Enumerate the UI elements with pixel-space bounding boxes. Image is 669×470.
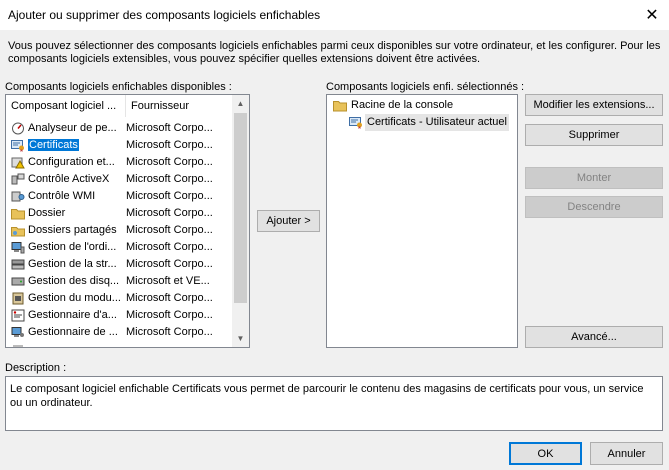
wmi-icon — [11, 190, 25, 203]
description-label: Description : — [5, 362, 67, 374]
snapin-vendor: Microsoft Corpo... — [126, 309, 213, 321]
snapin-row[interactable]: Analyseur de pe... Microsoft Corpo... — [6, 120, 231, 137]
certificates-icon — [11, 139, 25, 152]
advanced-button[interactable]: Avancé... — [525, 326, 663, 348]
remove-button[interactable]: Supprimer — [525, 124, 663, 146]
scroll-up-icon[interactable]: ▲ — [232, 95, 249, 112]
snapin-row[interactable]: Gestion de la str... Microsoft Corpo... — [6, 256, 231, 273]
snapin-name: Gestion du modu... — [28, 292, 121, 304]
snapin-name: Gestion de la str... — [28, 258, 117, 270]
snapin-row[interactable]: Configuration et... Microsoft Corpo... — [6, 154, 231, 171]
snapin-vendor: Microsoft Corpo... — [126, 139, 213, 151]
snapin-name: Gestionnaire d'a... — [28, 309, 117, 321]
snapin-vendor: Microsoft Corpo... — [126, 207, 213, 219]
performance-analyzer-icon — [11, 122, 25, 135]
snapin-vendor: Microsoft Corpo... — [126, 241, 213, 253]
device-manager-icon — [11, 326, 25, 339]
snapin-row[interactable]: Dossiers partagés Microsoft Corpo... — [6, 222, 231, 239]
snapin-name: Configuration et... — [28, 156, 115, 168]
snapin-row[interactable]: Gestion de l'ordi... Microsoft Corpo... — [6, 239, 231, 256]
scroll-down-icon[interactable]: ▼ — [232, 330, 249, 347]
security-config-icon — [11, 156, 25, 169]
move-up-button[interactable]: Monter — [525, 167, 663, 189]
column-header-name[interactable]: Composant logiciel ... — [6, 95, 126, 117]
snapin-vendor: Microsoft et VE... — [126, 275, 210, 287]
add-button[interactable]: Ajouter > — [257, 210, 320, 232]
activex-icon — [11, 173, 25, 186]
tree-node-label: Racine de la console — [351, 99, 454, 111]
snapin-row[interactable]: Gestionnaire de ... Microsoft Corpo... — [6, 324, 231, 341]
modify-extensions-button[interactable]: Modifier les extensions... — [525, 94, 663, 116]
snapin-vendor: Microsoft Corpo... — [126, 156, 213, 168]
folder-icon — [333, 99, 347, 112]
title-bar: Ajouter ou supprimer des composants logi… — [0, 0, 669, 30]
column-header-vendor[interactable]: Fournisseur — [126, 95, 233, 117]
snapin-row[interactable]: Gestion du modu... Microsoft Corpo... — [6, 290, 231, 307]
snapin-row[interactable]: Gestionnaire d'a... Microsoft Corpo... — [6, 307, 231, 324]
available-snapins-list[interactable]: Composant logiciel ... Fournisseur Analy… — [5, 94, 250, 348]
description-box: Le composant logiciel enfichable Certifi… — [5, 376, 663, 431]
selected-snapins-tree[interactable]: Racine de la console Certificats - Utilis… — [326, 94, 518, 348]
snapin-row[interactable]: Certificats Microsoft Corpo... — [6, 137, 231, 154]
snapin-name: Dossier — [28, 207, 66, 219]
storage-management-icon — [11, 258, 25, 271]
snapin-name: Gestion des disq... — [28, 275, 120, 287]
tpm-management-icon — [11, 292, 25, 305]
snapin-vendor: Microsoft Corpo... — [126, 190, 213, 202]
snapin-vendor: Microsoft Corpo... — [126, 292, 213, 304]
snapin-vendor: Microsoft Corpo... — [126, 326, 213, 338]
window-title: Ajouter ou supprimer des composants logi… — [8, 8, 321, 22]
snapin-vendor: Microsoft Corpo... — [126, 258, 213, 270]
snapin-row[interactable]: Gestion des disq... Microsoft et VE... — [6, 273, 231, 290]
move-down-button[interactable]: Descendre — [525, 196, 663, 218]
snapin-vendor: Microsoft Corpo... — [126, 173, 213, 185]
snapin-name: Certificats — [28, 139, 79, 151]
snapin-name: Analyseur de pe... — [28, 122, 117, 134]
ok-button[interactable]: OK — [509, 442, 582, 465]
snapin-name: Gestion de l'ordi... — [28, 241, 117, 253]
snapin-name: Gestionnaire de ... — [28, 326, 118, 338]
cancel-button[interactable]: Annuler — [590, 442, 663, 465]
available-list-scrollbar[interactable]: ▲ ▼ — [232, 95, 249, 347]
snapin-row[interactable]: Contrôle ActiveX Microsoft Corpo... — [6, 171, 231, 188]
disk-management-icon — [11, 275, 25, 288]
snapin-row[interactable]: Dossier Microsoft Corpo... — [6, 205, 231, 222]
authorization-manager-icon — [11, 309, 25, 322]
tree-node-label: Certificats - Utilisateur actuel — [365, 114, 509, 131]
available-label: Composants logiciels enfichables disponi… — [5, 81, 232, 93]
snapin-vendor: Microsoft Corpo... — [126, 122, 213, 134]
scroll-thumb[interactable] — [234, 113, 247, 303]
intro-text: Vous pouvez sélectionner des composants … — [8, 40, 661, 65]
computer-management-icon — [11, 241, 25, 254]
snapin-name: Dossiers partagés — [28, 224, 117, 236]
snapin-name: Contrôle WMI — [28, 190, 96, 202]
snapin-name: Contrôle ActiveX — [28, 173, 110, 185]
certificates-icon — [349, 116, 363, 129]
snapin-row[interactable]: Contrôle WMI Microsoft Corpo... — [6, 188, 231, 205]
close-icon[interactable]: ✕ — [635, 0, 669, 30]
folder-icon — [11, 207, 25, 220]
selected-label: Composants logiciels enfi. sélectionnés … — [326, 81, 525, 93]
shared-folders-icon — [11, 224, 25, 237]
partial-row-icon — [11, 343, 25, 347]
snapin-vendor: Microsoft Corpo... — [126, 224, 213, 236]
snapin-row[interactable] — [6, 341, 231, 347]
